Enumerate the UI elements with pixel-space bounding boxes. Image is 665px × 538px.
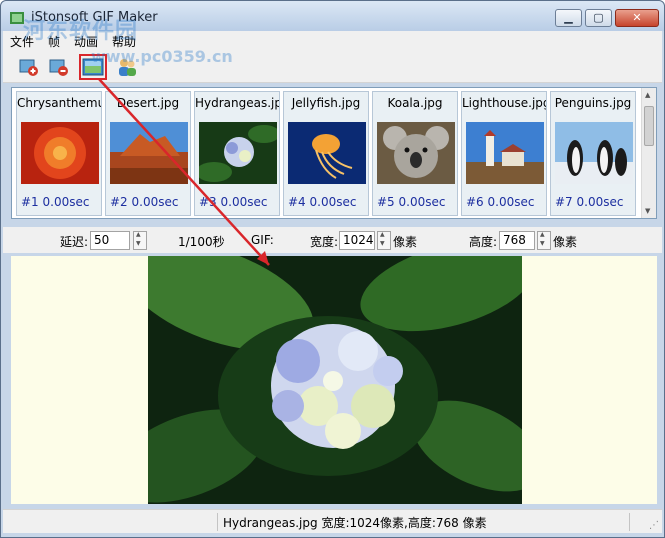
frame-caption: #3 0.00sec [199, 195, 268, 209]
resize-grip-icon[interactable]: ⋰ [649, 520, 659, 531]
preview-area [11, 256, 657, 504]
delay-input[interactable]: 50 [90, 231, 130, 250]
scroll-thumb[interactable] [644, 106, 654, 146]
remove-frame-icon[interactable] [47, 56, 71, 78]
frame-name: Koala.jpg [387, 96, 443, 110]
status-text: Hydrangeas.jpg 宽度:1024像素,高度:768 像素 [223, 516, 487, 530]
frame-thumbnail [555, 122, 633, 184]
width-spinner[interactable] [377, 231, 391, 250]
frame-thumbnail [377, 122, 455, 184]
frame-name: Jellyfish.jpg [291, 96, 361, 110]
frame-item[interactable]: Chrysanthemu #1 0.00sec [16, 91, 102, 216]
frame-caption: #1 0.00sec [21, 195, 90, 209]
frame-name: Lighthouse.jpg [462, 96, 546, 110]
status-bar: Hydrangeas.jpg 宽度:1024像素,高度:768 像素 ⋰ [3, 509, 662, 533]
minimize-button[interactable]: ▁ [555, 9, 582, 27]
maximize-button[interactable]: ▢ [585, 9, 612, 27]
height-unit: 像素 [553, 235, 578, 249]
height-input[interactable]: 768 [499, 231, 535, 250]
delay-unit: 1/100秒 [178, 235, 225, 249]
frame-strip-scrollbar[interactable]: ▲ ▼ [641, 88, 656, 218]
height-label: 高度: [469, 235, 498, 249]
frame-caption: #4 0.00sec [288, 195, 357, 209]
height-spinner[interactable] [537, 231, 551, 250]
frame-item[interactable]: Desert.jpg #2 0.00sec [105, 91, 191, 216]
frame-name: Penguins.jpg [554, 96, 632, 110]
frame-item[interactable]: Lighthouse.jpg #6 0.00sec [461, 91, 547, 216]
status-divider [629, 513, 630, 531]
frame-name: Desert.jpg [116, 96, 180, 110]
add-frame-icon[interactable] [17, 56, 41, 78]
delay-label: 延迟: [60, 235, 89, 249]
frame-item[interactable]: Hydrangeas.jpg #3 0.00sec [194, 91, 280, 216]
settings-bar: 延迟: 50 1/100秒 GIF: 宽度: 1024 像素 高度: 768 像… [3, 227, 662, 253]
frame-name: Chrysanthemu [17, 96, 101, 110]
scroll-up-icon[interactable]: ▲ [645, 91, 650, 99]
frame-caption: #7 0.00sec [555, 195, 624, 209]
status-divider [217, 513, 218, 531]
frame-caption: #2 0.00sec [110, 195, 179, 209]
close-button[interactable]: ✕ [615, 9, 659, 27]
frame-thumbnail [199, 122, 277, 184]
delay-spinner[interactable] [133, 231, 147, 250]
frame-thumbnail [466, 122, 544, 184]
watermark-url: www.pc0359.cn [91, 47, 233, 66]
width-unit: 像素 [393, 235, 418, 249]
frame-thumbnail [110, 122, 188, 184]
app-window: iStonsoft GIF Maker ▁ ▢ ✕ 文件 帧 动画 帮助 河东软… [0, 0, 665, 538]
frame-strip: Chrysanthemu #1 0.00sec Desert.jpg #2 0.… [11, 87, 657, 219]
width-label: 宽度: [310, 235, 339, 249]
frame-name: Hydrangeas.jpg [195, 96, 279, 110]
frame-caption: #5 0.00sec [377, 195, 446, 209]
frame-thumbnail [21, 122, 99, 184]
frame-item[interactable]: Koala.jpg #5 0.00sec [372, 91, 458, 216]
width-input[interactable]: 1024 [339, 231, 375, 250]
preview-image [148, 256, 522, 504]
frame-caption: #6 0.00sec [466, 195, 535, 209]
watermark-text: 河东软件园 [23, 19, 139, 44]
scroll-down-icon[interactable]: ▼ [645, 207, 650, 215]
frame-item[interactable]: Penguins.jpg #7 0.00sec [550, 91, 636, 216]
frame-thumbnail [288, 122, 366, 184]
gif-label: GIF: [251, 233, 274, 247]
frame-item[interactable]: Jellyfish.jpg #4 0.00sec [283, 91, 369, 216]
